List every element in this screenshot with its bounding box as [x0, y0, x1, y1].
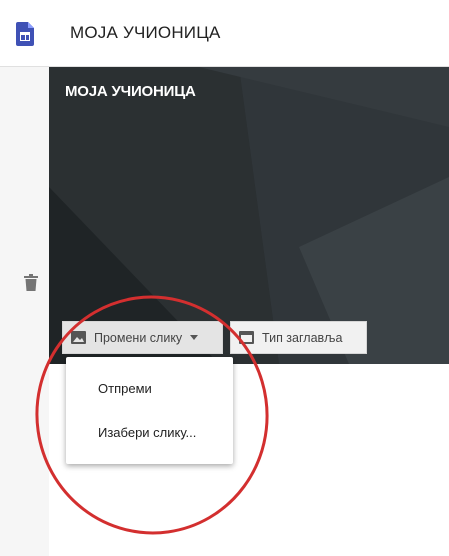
- page-header[interactable]: МОЈА УЧИОНИЦА Промени слику Тип заглавља: [49, 67, 449, 364]
- menu-item-upload[interactable]: Отпреми: [98, 381, 152, 396]
- chevron-down-icon: [190, 335, 199, 340]
- change-image-menu: Отпреми Изабери слику...: [66, 357, 233, 464]
- top-bar: МОЈА УЧИОНИЦА: [0, 0, 449, 67]
- menu-item-select-image[interactable]: Изабери слику...: [98, 425, 196, 440]
- header-type-label: Тип заглавља: [262, 330, 343, 345]
- header-layout-icon: [239, 331, 254, 344]
- header-background: [49, 67, 449, 364]
- header-title[interactable]: МОЈА УЧИОНИЦА: [65, 83, 196, 100]
- trash-icon[interactable]: [24, 274, 38, 291]
- change-image-button[interactable]: Промени слику: [62, 321, 223, 354]
- header-type-button[interactable]: Тип заглавља: [230, 321, 367, 354]
- site-title[interactable]: МОЈА УЧИОНИЦА: [70, 23, 221, 43]
- change-image-label: Промени слику: [94, 330, 183, 345]
- image-icon: [71, 331, 86, 344]
- left-rail: [0, 67, 49, 556]
- sites-doc-icon[interactable]: [16, 22, 34, 46]
